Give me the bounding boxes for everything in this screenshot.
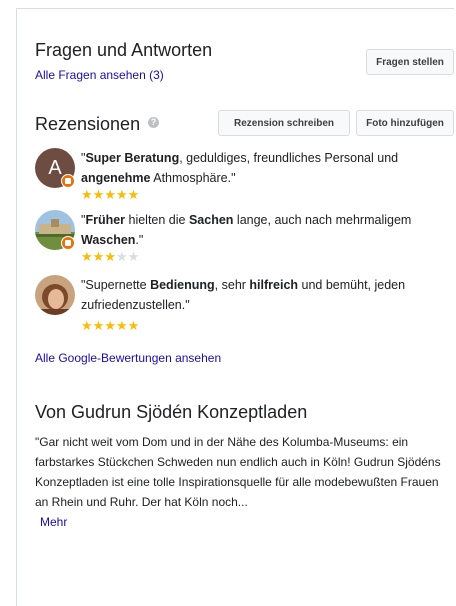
write-review-button[interactable]: Rezension schreiben xyxy=(218,110,350,136)
qa-title: Fragen und Antworten xyxy=(35,40,213,60)
star-icon: ★ xyxy=(127,187,140,202)
review-text: "Super Beratung, geduldiges, freundliche… xyxy=(81,151,399,185)
star-icon: ★ xyxy=(127,249,140,264)
review-rating: ★★★★★ xyxy=(81,319,139,333)
local-guide-badge-icon xyxy=(61,236,75,250)
review-text: "Früher hielten die Sachen lange, auch n… xyxy=(81,213,412,247)
review-text: "Supernette Bedienung, sehr hilfreich un… xyxy=(81,278,406,312)
star-icon: ★ xyxy=(127,318,140,333)
star-icon: ★ xyxy=(81,249,93,264)
star-icon: ★ xyxy=(92,249,105,264)
star-icon: ★ xyxy=(115,249,128,264)
ask-question-button[interactable]: Fragen stellen xyxy=(366,49,454,75)
avatar-letter: A xyxy=(48,157,62,179)
local-guide-badge-icon xyxy=(61,174,75,188)
add-photo-button[interactable]: Foto hinzufügen xyxy=(356,110,454,136)
star-icon: ★ xyxy=(115,318,128,333)
reviewer-avatar[interactable] xyxy=(35,275,75,315)
review-rating: ★★★★★ xyxy=(81,188,139,202)
review-item: "Supernette Bedienung, sehr hilfreich un… xyxy=(35,275,455,345)
star-icon: ★ xyxy=(81,187,93,202)
help-circle-icon[interactable]: ? xyxy=(148,117,159,128)
owner-description-text: "Gar nicht weit vom Dom und in der Nähe … xyxy=(35,435,441,509)
star-icon: ★ xyxy=(92,318,105,333)
star-icon: ★ xyxy=(81,318,93,333)
more-link[interactable]: Mehr xyxy=(40,515,67,529)
star-icon: ★ xyxy=(104,249,116,264)
star-icon: ★ xyxy=(115,187,128,202)
star-icon: ★ xyxy=(104,318,116,333)
review-item: "Früher hielten die Sachen lange, auch n… xyxy=(35,210,455,280)
owner-section-title: Von Gudrun Sjödén Konzeptladen xyxy=(35,402,308,422)
all-questions-link[interactable]: Alle Fragen ansehen (3) xyxy=(35,68,164,82)
review-rating: ★★★★★ xyxy=(81,250,139,264)
all-reviews-link[interactable]: Alle Google-Bewertungen ansehen xyxy=(35,351,221,365)
star-icon: ★ xyxy=(92,187,105,202)
star-icon: ★ xyxy=(104,187,116,202)
owner-description: "Gar nicht weit vom Dom und in der Nähe … xyxy=(35,432,453,532)
review-item: A "Super Beratung, geduldiges, freundlic… xyxy=(35,148,455,218)
reviews-title: Rezensionen xyxy=(35,114,141,134)
